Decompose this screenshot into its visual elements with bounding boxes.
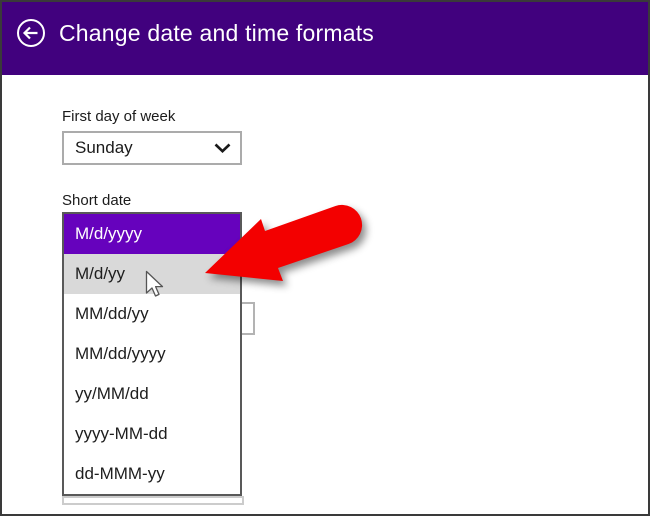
back-button[interactable] <box>16 18 46 48</box>
page-title: Change date and time formats <box>59 20 374 47</box>
mouse-cursor-icon <box>145 270 166 304</box>
settings-window: Change date and time formats First day o… <box>0 0 650 516</box>
dropdown-option[interactable]: dd-MMM-yy <box>64 454 240 494</box>
chevron-down-icon <box>214 143 231 154</box>
dropdown-option[interactable]: yyyy-MM-dd <box>64 414 240 454</box>
dropdown-option[interactable]: yy/MM/dd <box>64 374 240 414</box>
short-time-select-fragment[interactable] <box>62 496 244 505</box>
first-day-of-week-label: First day of week <box>62 108 175 125</box>
first-day-of-week-value: Sunday <box>75 138 214 158</box>
short-date-label: Short date <box>62 192 131 209</box>
red-arrow-annotation <box>195 195 377 314</box>
first-day-of-week-select[interactable]: Sunday <box>62 131 242 165</box>
page-header: Change date and time formats <box>2 2 648 75</box>
back-arrow-icon <box>16 18 46 48</box>
dropdown-option[interactable]: MM/dd/yyyy <box>64 334 240 374</box>
